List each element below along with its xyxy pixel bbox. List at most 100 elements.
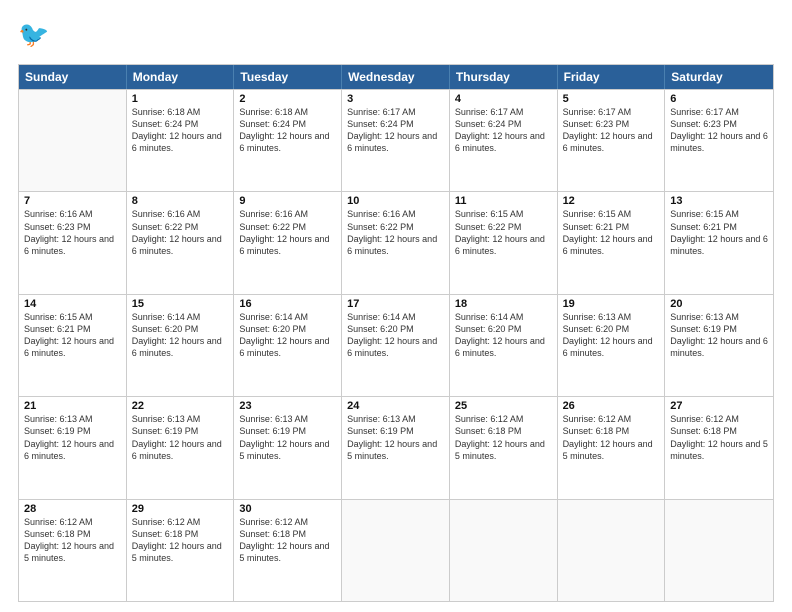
- cell-sun-info: Sunrise: 6:14 AMSunset: 6:20 PMDaylight:…: [132, 311, 229, 360]
- cell-sun-info: Sunrise: 6:15 AMSunset: 6:22 PMDaylight:…: [455, 208, 552, 257]
- cell-sun-info: Sunrise: 6:14 AMSunset: 6:20 PMDaylight:…: [239, 311, 336, 360]
- day-number: 30: [239, 503, 336, 515]
- day-number: 2: [239, 93, 336, 105]
- day-number: 26: [563, 400, 660, 412]
- calendar-header: SundayMondayTuesdayWednesdayThursdayFrid…: [19, 65, 773, 89]
- day-number: 10: [347, 195, 444, 207]
- day-number: 6: [670, 93, 768, 105]
- day-number: 4: [455, 93, 552, 105]
- calendar-cell: 12Sunrise: 6:15 AMSunset: 6:21 PMDayligh…: [558, 192, 666, 293]
- cell-sun-info: Sunrise: 6:17 AMSunset: 6:24 PMDaylight:…: [455, 106, 552, 155]
- cell-sun-info: Sunrise: 6:15 AMSunset: 6:21 PMDaylight:…: [24, 311, 121, 360]
- day-number: 21: [24, 400, 121, 412]
- cell-sun-info: Sunrise: 6:12 AMSunset: 6:18 PMDaylight:…: [455, 413, 552, 462]
- day-number: 24: [347, 400, 444, 412]
- calendar-cell: 27Sunrise: 6:12 AMSunset: 6:18 PMDayligh…: [665, 397, 773, 498]
- day-number: 28: [24, 503, 121, 515]
- day-number: 19: [563, 298, 660, 310]
- day-number: 13: [670, 195, 768, 207]
- header-day-saturday: Saturday: [665, 65, 773, 89]
- day-number: 11: [455, 195, 552, 207]
- calendar-row-1: 1Sunrise: 6:18 AMSunset: 6:24 PMDaylight…: [19, 89, 773, 191]
- calendar-row-3: 14Sunrise: 6:15 AMSunset: 6:21 PMDayligh…: [19, 294, 773, 396]
- calendar-cell: 20Sunrise: 6:13 AMSunset: 6:19 PMDayligh…: [665, 295, 773, 396]
- calendar-cell: [450, 500, 558, 601]
- day-number: 16: [239, 298, 336, 310]
- calendar-cell: 18Sunrise: 6:14 AMSunset: 6:20 PMDayligh…: [450, 295, 558, 396]
- calendar-cell: 14Sunrise: 6:15 AMSunset: 6:21 PMDayligh…: [19, 295, 127, 396]
- calendar-cell: 6Sunrise: 6:17 AMSunset: 6:23 PMDaylight…: [665, 90, 773, 191]
- day-number: 27: [670, 400, 768, 412]
- cell-sun-info: Sunrise: 6:13 AMSunset: 6:19 PMDaylight:…: [347, 413, 444, 462]
- calendar-cell: 22Sunrise: 6:13 AMSunset: 6:19 PMDayligh…: [127, 397, 235, 498]
- day-number: 17: [347, 298, 444, 310]
- day-number: 15: [132, 298, 229, 310]
- calendar-cell: 1Sunrise: 6:18 AMSunset: 6:24 PMDaylight…: [127, 90, 235, 191]
- day-number: 20: [670, 298, 768, 310]
- calendar-cell: 19Sunrise: 6:13 AMSunset: 6:20 PMDayligh…: [558, 295, 666, 396]
- header-day-thursday: Thursday: [450, 65, 558, 89]
- day-number: 12: [563, 195, 660, 207]
- calendar-cell: 5Sunrise: 6:17 AMSunset: 6:23 PMDaylight…: [558, 90, 666, 191]
- header-day-wednesday: Wednesday: [342, 65, 450, 89]
- calendar-cell: [19, 90, 127, 191]
- calendar-cell: 23Sunrise: 6:13 AMSunset: 6:19 PMDayligh…: [234, 397, 342, 498]
- calendar-cell: 25Sunrise: 6:12 AMSunset: 6:18 PMDayligh…: [450, 397, 558, 498]
- calendar-row-2: 7Sunrise: 6:16 AMSunset: 6:23 PMDaylight…: [19, 191, 773, 293]
- day-number: 18: [455, 298, 552, 310]
- svg-text:🐦: 🐦: [18, 21, 49, 49]
- calendar-cell: 24Sunrise: 6:13 AMSunset: 6:19 PMDayligh…: [342, 397, 450, 498]
- cell-sun-info: Sunrise: 6:12 AMSunset: 6:18 PMDaylight:…: [239, 516, 336, 565]
- day-number: 1: [132, 93, 229, 105]
- cell-sun-info: Sunrise: 6:15 AMSunset: 6:21 PMDaylight:…: [670, 208, 768, 257]
- calendar-cell: 13Sunrise: 6:15 AMSunset: 6:21 PMDayligh…: [665, 192, 773, 293]
- cell-sun-info: Sunrise: 6:14 AMSunset: 6:20 PMDaylight:…: [455, 311, 552, 360]
- cell-sun-info: Sunrise: 6:16 AMSunset: 6:22 PMDaylight:…: [239, 208, 336, 257]
- calendar-row-5: 28 Sunrise: 6:12 AMSunset: 6:18 PMDayligh…: [19, 499, 773, 601]
- calendar-cell: 28Sunrise: 6:12 AMSunset: 6:18 PMDayligh…: [19, 500, 127, 601]
- cell-sun-info: Sunrise: 6:14 AMSunset: 6:20 PMDaylight:…: [347, 311, 444, 360]
- logo-icon: 🐦: [18, 18, 54, 54]
- cell-sun-info: Sunrise: 6:13 AMSunset: 6:19 PMDaylight:…: [239, 413, 336, 462]
- day-number: 22: [132, 400, 229, 412]
- calendar-cell: 29Sunrise: 6:12 AMSunset: 6:18 PMDayligh…: [127, 500, 235, 601]
- calendar-cell: 21Sunrise: 6:13 AMSunset: 6:19 PMDayligh…: [19, 397, 127, 498]
- calendar-cell: [342, 500, 450, 601]
- cell-sun-info: Sunrise: 6:17 AMSunset: 6:23 PMDaylight:…: [670, 106, 768, 155]
- day-number: 29: [132, 503, 229, 515]
- page: 🐦 SundayMondayTuesdayWednesdayThursdayFr…: [0, 0, 792, 612]
- calendar-cell: 30Sunrise: 6:12 AMSunset: 6:18 PMDayligh…: [234, 500, 342, 601]
- calendar-cell: [558, 500, 666, 601]
- cell-sun-info: Sunrise: 6:13 AMSunset: 6:19 PMDaylight:…: [132, 413, 229, 462]
- cell-sun-info: Sunrise: 6:12 AMSunset: 6:18 PMDaylight:…: [132, 516, 229, 565]
- cell-sun-info: Sunrise: 6:17 AMSunset: 6:24 PMDaylight:…: [347, 106, 444, 155]
- cell-sun-info: Sunrise: 6:18 AMSunset: 6:24 PMDaylight:…: [239, 106, 336, 155]
- calendar-cell: 8Sunrise: 6:16 AMSunset: 6:22 PMDaylight…: [127, 192, 235, 293]
- calendar: SundayMondayTuesdayWednesdayThursdayFrid…: [18, 64, 774, 602]
- day-number: 7: [24, 195, 121, 207]
- calendar-cell: 10Sunrise: 6:16 AMSunset: 6:22 PMDayligh…: [342, 192, 450, 293]
- calendar-cell: 15Sunrise: 6:14 AMSunset: 6:20 PMDayligh…: [127, 295, 235, 396]
- header: 🐦: [18, 18, 774, 54]
- logo: 🐦: [18, 18, 58, 54]
- cell-sun-info: Sunrise: 6:17 AMSunset: 6:23 PMDaylight:…: [563, 106, 660, 155]
- cell-sun-info: Sunrise: 6:18 AMSunset: 6:24 PMDaylight:…: [132, 106, 229, 155]
- calendar-cell: 16Sunrise: 6:14 AMSunset: 6:20 PMDayligh…: [234, 295, 342, 396]
- day-number: 25: [455, 400, 552, 412]
- cell-sun-info: Sunrise: 6:13 AMSunset: 6:19 PMDaylight:…: [24, 413, 121, 462]
- calendar-cell: 2Sunrise: 6:18 AMSunset: 6:24 PMDaylight…: [234, 90, 342, 191]
- cell-sun-info: Sunrise: 6:16 AMSunset: 6:22 PMDaylight:…: [347, 208, 444, 257]
- day-number: 23: [239, 400, 336, 412]
- calendar-cell: 11Sunrise: 6:15 AMSunset: 6:22 PMDayligh…: [450, 192, 558, 293]
- calendar-cell: [665, 500, 773, 601]
- header-day-sunday: Sunday: [19, 65, 127, 89]
- cell-sun-info: Sunrise: 6:16 AMSunset: 6:23 PMDaylight:…: [24, 208, 121, 257]
- day-number: 8: [132, 195, 229, 207]
- day-number: 5: [563, 93, 660, 105]
- day-number: 9: [239, 195, 336, 207]
- header-day-friday: Friday: [558, 65, 666, 89]
- day-number: 3: [347, 93, 444, 105]
- cell-sun-info: Sunrise: 6:12 AMSunset: 6:18 PMDaylight:…: [670, 413, 768, 462]
- header-day-tuesday: Tuesday: [234, 65, 342, 89]
- calendar-cell: 4Sunrise: 6:17 AMSunset: 6:24 PMDaylight…: [450, 90, 558, 191]
